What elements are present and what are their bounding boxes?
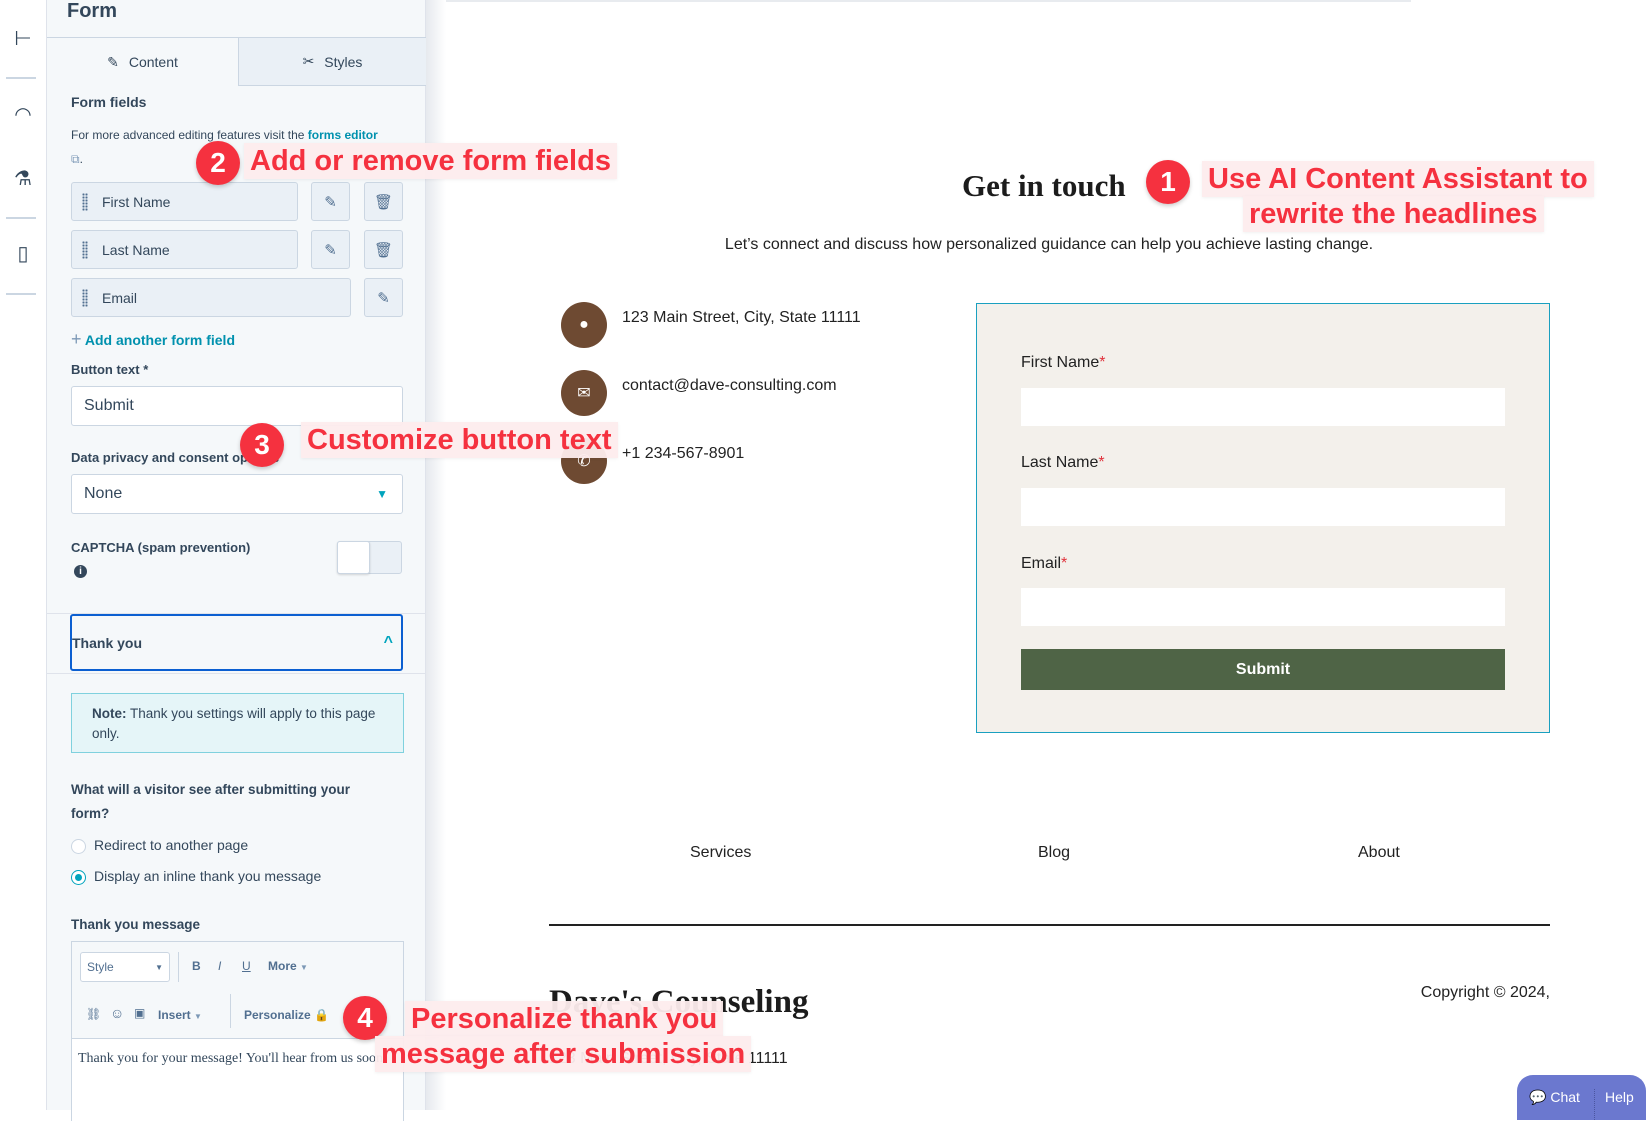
annotation-badge-2: 2 — [196, 141, 240, 185]
thank-you-section-toggle[interactable]: Thank you ^ — [70, 614, 403, 671]
edit-field-button[interactable]: ✎ — [311, 230, 350, 269]
chat-widget[interactable]: 💬 Chat Help — [1517, 1075, 1646, 1120]
page-heading[interactable]: Get in touch — [962, 168, 1126, 204]
italic-button[interactable]: I — [218, 959, 221, 973]
edit-field-button[interactable]: ✎ — [364, 278, 403, 317]
annotation-text-2: Add or remove form fields — [244, 143, 617, 179]
page-icon[interactable]: ▯ — [10, 241, 36, 267]
drag-handle-icon[interactable] — [82, 288, 88, 307]
chevron-up-icon: ^ — [383, 633, 393, 651]
pin-icon: ● — [561, 302, 607, 348]
captcha-label: CAPTCHA (spam prevention) — [71, 540, 251, 555]
field-row-first-name[interactable]: First Name — [71, 182, 298, 221]
trash-icon: 🗑 — [373, 193, 394, 211]
brush-icon: ✂ — [302, 53, 315, 69]
contact-phone: +1 234-567-8901 — [622, 445, 745, 462]
email-input[interactable] — [1021, 588, 1505, 626]
annotation-badge-4: 4 — [343, 996, 387, 1040]
add-form-field-button[interactable]: + Add another form field — [71, 329, 235, 350]
info-icon[interactable]: i — [74, 565, 87, 578]
note-box: Note: Thank you settings will apply to t… — [71, 693, 404, 753]
tab-content[interactable]: ✎ Content — [47, 38, 238, 86]
annotation-text-3: Customize button text — [301, 422, 618, 458]
captcha-toggle[interactable] — [337, 541, 402, 574]
first-name-input[interactable] — [1021, 388, 1505, 426]
annotation-badge-3: 3 — [240, 423, 284, 467]
external-link-icon[interactable]: ⧉ — [71, 152, 80, 166]
edit-field-button[interactable]: ✎ — [311, 182, 350, 221]
style-dropdown[interactable]: Style ▼ — [80, 952, 170, 982]
tab-styles[interactable]: ✂ Styles — [238, 38, 426, 86]
panel-title: Form — [67, 0, 117, 22]
bold-button[interactable]: B — [192, 959, 201, 973]
contact-form: First Name* Last Name* Email* Submit — [976, 303, 1550, 733]
page-subtitle[interactable]: Let’s connect and discuss how personaliz… — [426, 236, 1649, 254]
submit-button[interactable]: Submit — [1021, 649, 1505, 690]
field-row-email[interactable]: Email — [71, 278, 351, 317]
copyright: Copyright © 2024, — [1420, 984, 1550, 1001]
help-button[interactable]: Help — [1595, 1089, 1634, 1120]
annotation-text-1b: rewrite the headlines — [1243, 196, 1544, 232]
gauge-icon[interactable]: ◠ — [10, 102, 36, 128]
contact-email: contact@dave-consulting.com — [622, 377, 837, 394]
nav-about[interactable]: About — [1358, 844, 1400, 862]
button-text-input[interactable]: Submit — [71, 386, 403, 426]
trash-icon: 🗑 — [373, 241, 394, 259]
drag-handle-icon[interactable] — [82, 192, 88, 211]
button-text-label: Button text * — [71, 362, 149, 377]
chat-button[interactable]: 💬 Chat — [1517, 1089, 1595, 1120]
chat-bubble-icon: 💬 — [1529, 1089, 1547, 1105]
more-dropdown[interactable]: More ▼ — [268, 959, 308, 973]
thank-you-message-label: Thank you message — [71, 917, 201, 932]
privacy-select[interactable]: None ▼ — [71, 474, 403, 514]
personalize-button[interactable]: Personalize 🔒 — [244, 1008, 329, 1022]
underline-button[interactable]: U — [242, 959, 251, 973]
annotation-badge-1: 1 — [1146, 160, 1190, 204]
last-name-input[interactable] — [1021, 488, 1505, 526]
left-rail: ⊢ ◠ ⚗ ▯ — [0, 0, 47, 1110]
drag-handle-icon[interactable] — [82, 240, 88, 259]
caret-down-icon: ▼ — [155, 963, 163, 972]
nav-blog[interactable]: Blog — [1038, 844, 1070, 862]
flask-icon[interactable]: ⚗ — [10, 166, 36, 192]
forms-editor-link[interactable]: forms editor — [308, 128, 378, 142]
radio-redirect[interactable]: Redirect to another page — [71, 837, 248, 854]
insert-dropdown[interactable]: Insert ▼ — [158, 1008, 202, 1022]
annotation-text-4a: Personalize thank you — [405, 1001, 724, 1037]
form-fields-heading: Form fields — [71, 94, 147, 110]
annotation-text-4b: message after submission — [375, 1036, 752, 1072]
field-row-last-name[interactable]: Last Name — [71, 230, 298, 269]
annotation-text-1a: Use AI Content Assistant to — [1202, 161, 1594, 197]
pencil-icon: ✎ — [107, 53, 119, 70]
delete-field-button[interactable]: 🗑 — [364, 182, 403, 221]
divider — [6, 293, 36, 295]
contact-address: 123 Main Street, City, State 11111 — [622, 309, 861, 326]
form-label-email: Email* — [1021, 555, 1068, 572]
emoji-icon[interactable]: ☺ — [110, 1005, 124, 1021]
footer-divider — [549, 924, 1550, 926]
caret-down-icon: ▼ — [376, 487, 388, 501]
tree-icon[interactable]: ⊢ — [10, 26, 36, 52]
form-label-last-name: Last Name* — [1021, 454, 1105, 471]
divider — [6, 77, 36, 79]
thank-you-message-editor[interactable]: Thank you for your message! You'll hear … — [72, 1038, 403, 1122]
link-icon[interactable]: ⛓ — [86, 1007, 101, 1021]
form-label-first-name: First Name* — [1021, 354, 1106, 371]
lock-icon: 🔒 — [314, 1008, 329, 1022]
envelope-icon: ✉ — [561, 370, 607, 416]
after-submit-question: What will a visitor see after submitting… — [71, 782, 351, 821]
nav-services[interactable]: Services — [690, 844, 751, 862]
divider — [6, 217, 36, 219]
delete-field-button[interactable]: 🗑 — [364, 230, 403, 269]
image-icon[interactable]: ▣ — [134, 1006, 145, 1020]
radio-inline-message[interactable]: Display an inline thank you message — [71, 868, 321, 885]
